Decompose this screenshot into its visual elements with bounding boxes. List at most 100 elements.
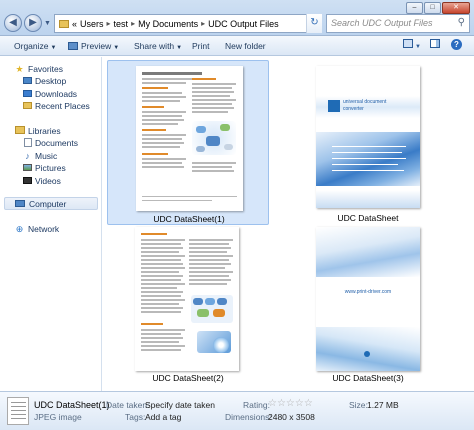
close-button[interactable]: ✕ xyxy=(442,2,470,14)
address-overflow-chevron[interactable]: « xyxy=(72,19,77,29)
breadcrumb-udc-output-files[interactable]: UDC Output Files xyxy=(208,19,279,29)
file-name: UDC DataSheet(1) xyxy=(153,214,225,224)
cover-url: www.print-driver.com xyxy=(344,289,392,295)
file-thumbnail: universal document converter xyxy=(316,66,420,208)
sidebar-item-desktop[interactable]: Desktop xyxy=(0,75,101,88)
sidebar-item-documents[interactable]: Documents xyxy=(0,137,101,150)
selected-file-type: JPEG image xyxy=(34,412,82,422)
network-icon: ⊕ xyxy=(15,224,24,234)
breadcrumb-separator[interactable]: ▸ xyxy=(201,19,205,28)
preview-button[interactable]: Preview ▼ xyxy=(68,41,119,51)
selected-file-name: UDC DataSheet(1) xyxy=(34,400,110,410)
cover-brand-line1: universal document xyxy=(343,99,387,105)
forward-button[interactable]: ▶ xyxy=(24,14,42,32)
recent-places-icon xyxy=(22,101,33,111)
sidebar-item-label: Downloads xyxy=(35,89,78,99)
sidebar-item-label: Pictures xyxy=(35,163,66,173)
command-bar: Organize ▼ Preview ▼ Share with ▼ Print New… xyxy=(0,36,474,56)
size-value: 1.27 MB xyxy=(367,400,399,410)
file-thumbnail xyxy=(135,227,239,371)
refresh-button[interactable]: ↻ xyxy=(306,14,322,33)
documents-icon xyxy=(22,138,33,148)
sidebar-item-label: Music xyxy=(35,151,58,161)
maximize-button[interactable]: □ xyxy=(424,2,441,14)
breadcrumb-separator[interactable]: ▸ xyxy=(107,19,111,28)
folder-icon xyxy=(59,19,69,28)
share-with-button[interactable]: Share with ▼ xyxy=(134,41,182,51)
sidebar-item-label: Favorites xyxy=(28,64,63,74)
organize-button[interactable]: Organize ▼ xyxy=(14,41,56,51)
sidebar-item-label: Documents xyxy=(35,138,78,148)
chevron-down-icon: ▼ xyxy=(113,45,120,51)
new-folder-button[interactable]: New folder xyxy=(225,41,266,51)
window-controls: – □ ✕ xyxy=(406,2,470,14)
selected-file-thumbnail xyxy=(7,397,29,425)
breadcrumb-my-documents[interactable]: My Documents xyxy=(138,19,198,29)
sidebar-item-videos[interactable]: Videos xyxy=(0,175,101,188)
desktop-icon xyxy=(22,76,33,86)
title-bar: – □ ✕ ◀ ▶ ▼ « Users ▸ test ▸ My Document… xyxy=(0,0,474,36)
chevron-down-icon: ▼ xyxy=(50,45,57,51)
cover-brand-line2: converter xyxy=(343,106,364,112)
file-tile-udc-datasheet-1[interactable]: UDC DataSheet(1) xyxy=(107,60,269,225)
search-placeholder: Search UDC Output Files xyxy=(331,18,433,28)
organize-label: Organize xyxy=(14,41,49,51)
tags-value[interactable]: Add a tag xyxy=(145,412,181,422)
file-tile-udc-datasheet[interactable]: universal document converter UDC DataShe… xyxy=(293,60,455,225)
sidebar-item-pictures[interactable]: Pictures xyxy=(0,162,101,175)
navigation-pane: ★ Favorites Desktop Downloads Recent Pla… xyxy=(0,57,102,391)
breadcrumb-users[interactable]: Users xyxy=(80,19,104,29)
sidebar-item-label: Videos xyxy=(35,176,61,186)
file-tile-udc-datasheet-2[interactable]: UDC DataSheet(2) xyxy=(107,225,269,387)
breadcrumb-test[interactable]: test xyxy=(114,19,129,29)
date-taken-value[interactable]: Specify date taken xyxy=(145,400,215,410)
rating-stars[interactable]: ☆☆☆☆☆ xyxy=(268,398,313,409)
sidebar-item-recent-places[interactable]: Recent Places xyxy=(0,100,101,113)
sidebar-item-label: Computer xyxy=(29,199,67,209)
file-name: UDC DataSheet(3) xyxy=(332,373,404,383)
sidebar-item-network[interactable]: ⊕ Network xyxy=(0,223,101,236)
file-name: UDC DataSheet xyxy=(337,213,399,223)
help-icon: ? xyxy=(451,39,462,50)
print-label: Print xyxy=(192,41,210,51)
rating-label: Rating: xyxy=(243,400,270,410)
file-tile-udc-datasheet-3[interactable]: www.print-driver.com UDC DataSheet(3) xyxy=(293,225,455,387)
address-bar[interactable]: « Users ▸ test ▸ My Documents ▸ UDC Outp… xyxy=(54,14,322,33)
search-icon[interactable]: ⚲ xyxy=(458,17,465,28)
new-folder-label: New folder xyxy=(225,41,266,51)
chevron-down-icon: ▼ xyxy=(176,45,183,51)
chevron-down-icon: ▼ xyxy=(415,44,421,50)
music-icon: ♪ xyxy=(25,151,30,161)
videos-icon xyxy=(22,176,33,186)
change-view-button[interactable]: ▼ xyxy=(403,39,421,51)
libraries-icon xyxy=(14,126,25,136)
refresh-icon: ↻ xyxy=(310,17,319,28)
minimize-button[interactable]: – xyxy=(406,2,423,14)
print-button[interactable]: Print xyxy=(192,41,209,51)
sidebar-item-label: Libraries xyxy=(28,126,61,136)
help-button[interactable]: ? xyxy=(451,39,462,50)
recent-pages-dropdown[interactable]: ▼ xyxy=(44,20,51,27)
file-thumbnail: www.print-driver.com xyxy=(316,227,420,371)
preview-pane-icon xyxy=(430,39,440,48)
file-list: UDC DataSheet(1) universal document conv… xyxy=(103,57,474,391)
preview-pane-button[interactable] xyxy=(430,39,440,51)
sidebar-item-label: Recent Places xyxy=(35,101,90,111)
back-button[interactable]: ◀ xyxy=(4,14,22,32)
downloads-icon xyxy=(22,89,33,99)
size-label: Size: xyxy=(349,400,368,410)
breadcrumb-separator[interactable]: ▸ xyxy=(131,19,135,28)
file-thumbnail xyxy=(136,66,243,211)
sidebar-item-label: Network xyxy=(28,224,60,234)
preview-icon xyxy=(68,42,78,50)
sidebar-item-computer[interactable]: Computer xyxy=(4,197,98,210)
star-icon: ★ xyxy=(15,64,24,74)
share-with-label: Share with xyxy=(134,41,175,51)
dimensions-label: Dimensions: xyxy=(225,412,272,422)
search-input[interactable]: Search UDC Output Files ⚲ xyxy=(326,14,470,33)
computer-icon xyxy=(14,199,25,209)
view-icon xyxy=(403,39,413,48)
dimensions-value: 2480 x 3508 xyxy=(268,412,315,422)
file-name: UDC DataSheet(2) xyxy=(152,373,224,383)
pictures-icon xyxy=(22,163,33,173)
